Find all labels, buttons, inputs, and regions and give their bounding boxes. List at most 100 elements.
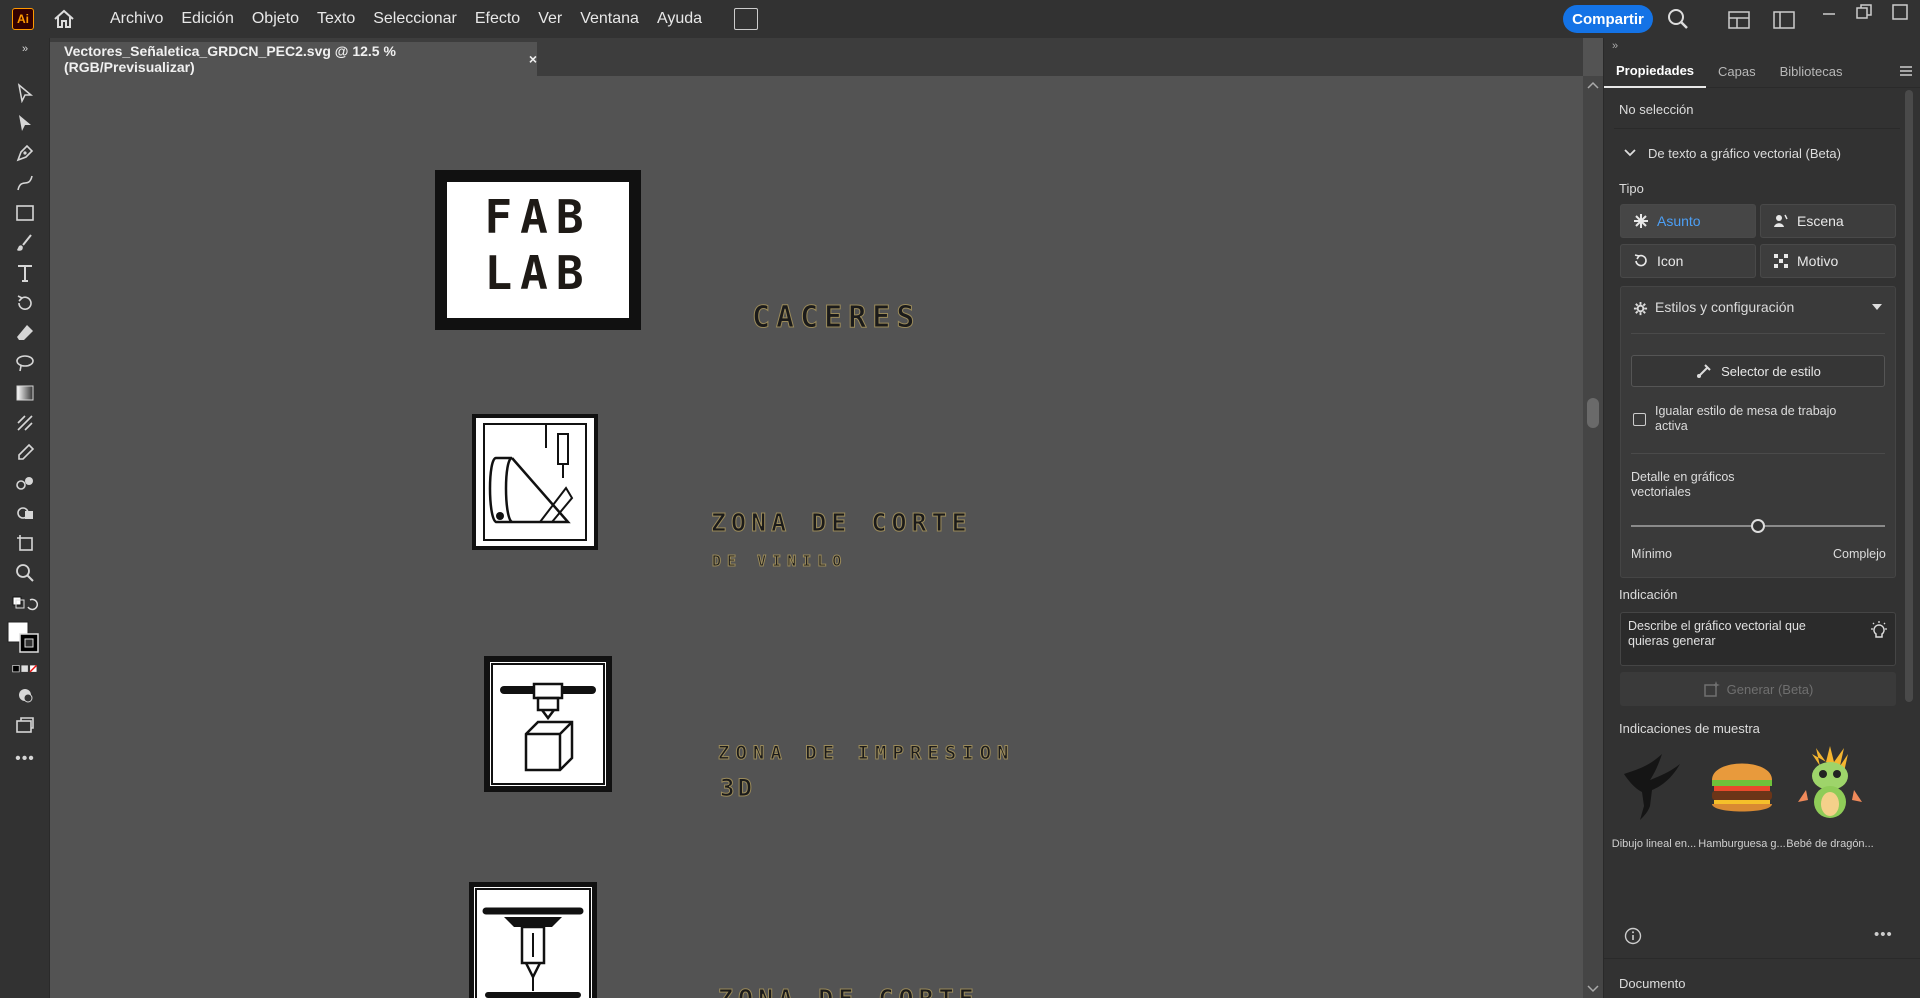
- app-logo: Ai: [12, 8, 34, 30]
- drawing-mode-icon[interactable]: [12, 682, 38, 708]
- info-icon[interactable]: [1624, 927, 1642, 945]
- detail-slider-thumb[interactable]: [1751, 519, 1765, 533]
- more-tools-icon[interactable]: •••: [12, 746, 38, 772]
- canvas[interactable]: FAB LAB CACERES ZONA DE CORTE DE VINILO …: [50, 76, 1583, 998]
- generate-button[interactable]: Generar (Beta): [1620, 672, 1896, 706]
- text-to-vector-title[interactable]: De texto a gráfico vectorial (Beta): [1648, 146, 1841, 161]
- style-selector-label: Selector de estilo: [1721, 363, 1821, 379]
- close-window-icon[interactable]: [1891, 3, 1909, 21]
- match-style-checkbox[interactable]: [1633, 413, 1646, 426]
- type-icon-button[interactable]: Icon: [1620, 244, 1756, 278]
- menu-ver[interactable]: Ver: [538, 10, 562, 28]
- tab-bibliotecas[interactable]: Bibliotecas: [1768, 54, 1855, 88]
- search-icon[interactable]: [1667, 8, 1689, 30]
- minimize-icon[interactable]: [1821, 6, 1837, 22]
- vinyl-zone-title[interactable]: ZONA DE CORTE: [711, 508, 972, 538]
- menu-archivo[interactable]: Archivo: [110, 10, 163, 28]
- sample-burger-thumbnail[interactable]: [1702, 744, 1782, 824]
- type-pattern-button[interactable]: Motivo: [1760, 244, 1896, 278]
- fill-stroke-swatch[interactable]: [6, 620, 40, 654]
- tab-propiedades[interactable]: Propiedades: [1604, 54, 1707, 88]
- menu-texto[interactable]: Texto: [317, 10, 355, 28]
- type-pattern-label: Motivo: [1797, 253, 1839, 269]
- eyedropper-tool-icon[interactable]: [12, 440, 38, 466]
- vinyl-zone-subtitle[interactable]: DE VINILO: [711, 552, 847, 571]
- document-tab-title: Vectores_Señaletica_GRDCN_PEC2.svg @ 12.…: [64, 43, 396, 75]
- panel-menu-icon[interactable]: [1899, 54, 1913, 87]
- sample-caption-3: Bebé de dragón...: [1786, 838, 1874, 850]
- laser-zone-title[interactable]: ZONA DE CORTE: [718, 984, 979, 998]
- generate-label: Generar (Beta): [1726, 681, 1814, 697]
- pen-tool-icon[interactable]: [12, 140, 38, 166]
- close-tab-icon[interactable]: ×: [529, 51, 537, 67]
- caceres-label[interactable]: CACERES: [751, 300, 920, 336]
- type-tool-icon[interactable]: [12, 260, 38, 286]
- print-zone-title[interactable]: ZONA DE IMPRESION: [717, 742, 1014, 765]
- home-icon[interactable]: [52, 7, 76, 31]
- chevron-down-icon[interactable]: [1624, 148, 1636, 158]
- menu-ventana[interactable]: Ventana: [580, 10, 639, 28]
- sample-dragon-thumbnail[interactable]: [1790, 744, 1870, 824]
- scroll-down-icon[interactable]: [1587, 984, 1599, 994]
- shape-builder-tool-icon[interactable]: [12, 500, 38, 526]
- prompt-input[interactable]: Describe el gráfico vectorial que quiera…: [1620, 612, 1896, 666]
- screen-mode-icon[interactable]: [12, 712, 38, 738]
- menu-ayuda[interactable]: Ayuda: [657, 10, 702, 28]
- scroll-up-icon[interactable]: [1587, 80, 1599, 90]
- lightbulb-icon[interactable]: [1869, 621, 1889, 643]
- fablab-logo-sign[interactable]: FAB LAB: [435, 170, 641, 330]
- artboard-tool-icon[interactable]: [12, 530, 38, 556]
- selection-tool-icon[interactable]: [12, 80, 38, 106]
- scene-icon: [1774, 214, 1788, 227]
- type-scene-button[interactable]: Escena: [1760, 204, 1896, 238]
- icon-type-icon: [1634, 254, 1647, 267]
- type-icon-label: Icon: [1657, 253, 1684, 269]
- restore-icon[interactable]: [1855, 3, 1873, 21]
- menu-seleccionar[interactable]: Seleccionar: [373, 10, 457, 28]
- print-zone-subtitle[interactable]: 3D: [720, 774, 755, 803]
- paintbrush-tool-icon[interactable]: [12, 230, 38, 256]
- panel-scrollbar[interactable]: [1905, 90, 1913, 702]
- styles-title[interactable]: Estilos y configuración: [1655, 299, 1794, 315]
- curvature-tool-icon[interactable]: [12, 170, 38, 196]
- canvas-scroll-thumb[interactable]: [1587, 398, 1599, 428]
- style-selector-button[interactable]: Selector de estilo: [1631, 355, 1885, 387]
- swap-colors-icon[interactable]: [12, 594, 38, 614]
- more-options-icon[interactable]: •••: [1874, 926, 1893, 943]
- blend-tool-icon[interactable]: [12, 470, 38, 496]
- mesh-tool-icon[interactable]: [12, 410, 38, 436]
- type-label: Tipo: [1619, 181, 1644, 196]
- styles-settings-box: Estilos y configuración Selector de esti…: [1620, 286, 1896, 578]
- sample-crane-thumbnail[interactable]: [1614, 744, 1694, 824]
- collapse-panel-icon[interactable]: »: [1612, 40, 1618, 52]
- type-subject-button[interactable]: Asunto: [1620, 204, 1756, 238]
- divider: [1614, 128, 1900, 129]
- panels-icon[interactable]: [1773, 11, 1795, 29]
- menu-edicion[interactable]: Edición: [181, 10, 233, 28]
- eraser-tool-icon[interactable]: [12, 320, 38, 346]
- color-modes-icon[interactable]: [12, 662, 38, 676]
- rectangle-tool-icon[interactable]: [12, 200, 38, 226]
- collapse-toolbar-icon[interactable]: »: [12, 42, 38, 56]
- canvas-vertical-scrollbar[interactable]: [1583, 76, 1603, 998]
- gear-icon: [1633, 301, 1648, 316]
- menu-efecto[interactable]: Efecto: [475, 10, 520, 28]
- rotate-tool-icon[interactable]: [12, 290, 38, 316]
- direct-selection-tool-icon[interactable]: [12, 110, 38, 136]
- menu-objeto[interactable]: Objeto: [252, 10, 299, 28]
- tab-capas[interactable]: Capas: [1706, 54, 1768, 88]
- style-picker-icon: [1697, 364, 1711, 378]
- caret-down-icon[interactable]: [1871, 303, 1883, 311]
- share-button[interactable]: Compartir: [1563, 5, 1653, 33]
- 3d-printer-sign[interactable]: [484, 656, 612, 792]
- gradient-tool-icon[interactable]: [12, 380, 38, 406]
- 3d-printer-icon: [491, 663, 605, 785]
- laser-cutter-sign[interactable]: [469, 882, 597, 998]
- arrange-documents-icon[interactable]: [734, 8, 759, 30]
- zoom-tool-icon[interactable]: [12, 560, 38, 586]
- vinyl-cutter-icon: [483, 423, 587, 541]
- vinyl-cutter-sign[interactable]: [472, 414, 598, 550]
- workspace-icon[interactable]: [1728, 11, 1750, 29]
- lasso-tool-icon[interactable]: [12, 350, 38, 376]
- document-tab[interactable]: Vectores_Señaletica_GRDCN_PEC2.svg @ 12.…: [50, 42, 537, 76]
